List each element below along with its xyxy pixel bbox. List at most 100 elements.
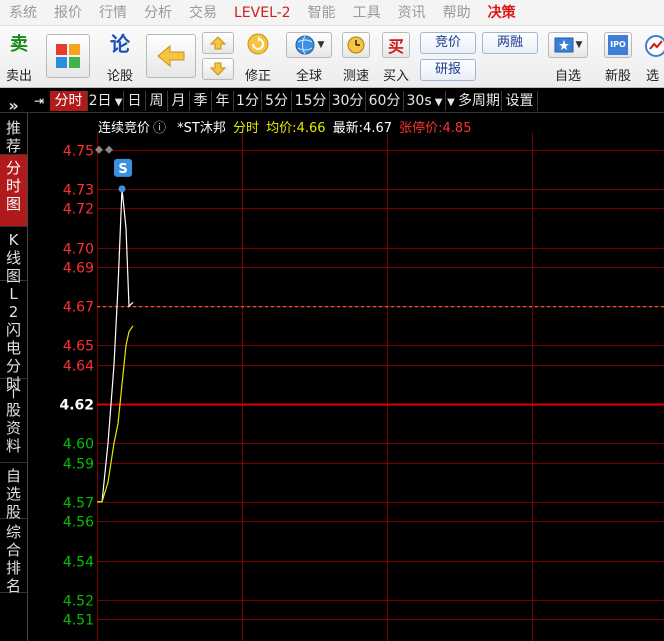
left-nav-label: L2闪电分时 (5, 285, 21, 393)
color-blocks-icon (56, 44, 80, 68)
period-tab-13[interactable]: ▼ 多周期 (446, 91, 502, 111)
research-button[interactable]: 研报 (420, 59, 476, 81)
buy-label: 买入 (382, 69, 409, 84)
period-tab-11[interactable]: 60分 (366, 91, 404, 111)
y-tick-label: 4.62 (59, 398, 94, 414)
sell-label: 卖出 (5, 69, 32, 84)
auction-label: 连续竞价 (98, 121, 151, 136)
period-tab-0[interactable]: 分时 (50, 91, 88, 111)
back-button[interactable] (146, 34, 196, 78)
stock-picker-icon (645, 35, 664, 57)
left-arrow-icon (157, 44, 185, 68)
ipo-label: 新股 (604, 69, 631, 84)
ipo-icon: IPO (608, 35, 628, 55)
y-tick-label: 4.52 (63, 594, 94, 610)
y-tick-label: 4.72 (63, 202, 94, 218)
stock-forum-icon: 论 (110, 32, 130, 56)
expand-icon[interactable]: » (0, 97, 27, 115)
y-tick-label: 4.60 (63, 437, 94, 453)
menu-item-7[interactable]: 工具 (344, 0, 389, 26)
period-tab-10[interactable]: 30分 (330, 91, 366, 111)
period-tab-14[interactable]: 设置 (502, 91, 538, 111)
intraday-chart[interactable]: 4.75 4.73 4.72 4.70 4.69 4.67 4.65 4.64 4.62 4.60… (28, 113, 664, 641)
limit-value: 4.85 (442, 121, 472, 136)
speed-test-button[interactable]: 测速 (338, 30, 374, 84)
stock-name: *ST沐邦 (177, 121, 226, 136)
sell-icon: 卖 (10, 34, 28, 55)
global-label: 全球 (295, 69, 322, 84)
period-tab-4[interactable]: 月 (168, 91, 190, 111)
correct-button[interactable]: 修正 (240, 30, 276, 84)
menu-item-2[interactable]: 行情 (90, 0, 135, 26)
refresh-icon (247, 33, 269, 55)
menu-item-10[interactable]: 决策 (479, 0, 524, 26)
event-diamond-1 (105, 145, 113, 154)
collapse-icon[interactable]: ⇥ (30, 91, 48, 111)
avg-value: 4.66 (296, 121, 326, 136)
menu-item-9[interactable]: 帮助 (434, 0, 479, 26)
latest-value: 4.67 (363, 121, 392, 136)
left-nav-item-2[interactable]: K线图 (0, 227, 27, 285)
menu-bar: 系统 报价 行情 分析 交易 LEVEL-2 智能 工具 资讯 帮助 决策 (0, 0, 664, 26)
page-up-button[interactable] (202, 32, 234, 54)
color-blocks-button[interactable] (46, 34, 90, 78)
period-tab-12[interactable]: 30s ▼ (404, 91, 446, 111)
speed-test-label: 测速 (342, 69, 369, 84)
info-circle-icon[interactable]: ⓘ (153, 121, 166, 136)
left-nav-item-5[interactable]: 自选股 (0, 463, 27, 521)
watchlist-star-icon (554, 37, 574, 53)
chevron-down-icon[interactable]: ▼ (447, 97, 458, 108)
period-tab-label: 30s (406, 93, 432, 109)
y-tick-label: 4.54 (63, 555, 94, 571)
ipo-button[interactable]: IPO 新股 (598, 30, 638, 84)
menu-item-3[interactable]: 分析 (135, 0, 180, 26)
chart-mode: 分时 (233, 121, 260, 136)
avg-label: 均价: (266, 121, 297, 136)
stock-picker-label: 选 (646, 69, 660, 84)
left-nav-item-1[interactable]: 分时图 (0, 155, 27, 227)
menu-item-4[interactable]: 交易 (180, 0, 225, 26)
left-nav-label: 综合排名 (5, 523, 21, 595)
down-arrow-icon (210, 62, 226, 76)
buy-button[interactable]: 买 买入 (378, 30, 414, 84)
left-nav-item-0[interactable]: 推荐 (0, 115, 27, 155)
period-tab-bar: ⇥ 分时 2日 ▼ 日周月季年 1分 5分 15分 30分 60分 30s ▼ ▼ 多周期 设置 (0, 89, 664, 113)
y-tick-label: 4.75 (63, 144, 94, 160)
menu-item-5[interactable]: LEVEL-2 (225, 0, 299, 26)
chevron-down-icon[interactable]: ▼ (432, 97, 443, 108)
left-nav-item-4[interactable]: 个股资料 (0, 379, 27, 463)
period-tab-1[interactable]: 2日 ▼ (88, 91, 124, 111)
period-tab-5[interactable]: 季 (190, 91, 212, 111)
period-tab-2[interactable]: 日 (124, 91, 146, 111)
left-nav-label: K线图 (5, 231, 21, 285)
signal-badge-label: S (118, 162, 127, 177)
y-tick-label: 4.56 (63, 515, 94, 531)
stock-forum-label: 论股 (106, 69, 133, 84)
margin-button[interactable]: 两融 (482, 32, 538, 54)
menu-item-6[interactable]: 智能 (299, 0, 344, 26)
period-tab-8[interactable]: 5分 (262, 91, 292, 111)
stock-forum-button[interactable]: 论 论股 (100, 30, 140, 84)
limit-label: 张停价: (399, 121, 443, 136)
menu-item-1[interactable]: 报价 (45, 0, 90, 26)
page-down-button[interactable] (202, 58, 234, 80)
period-tab-3[interactable]: 周 (146, 91, 168, 111)
chart-info-line: 连续竞价 ⓘ *ST沐邦 分时 均价:4.66 最新:4.67 张停价:4.85 (98, 117, 474, 136)
y-tick-label: 4.70 (63, 242, 94, 258)
clock-icon (347, 36, 365, 54)
chevron-down-icon[interactable]: ▼ (112, 97, 123, 108)
period-tab-6[interactable]: 年 (212, 91, 234, 111)
y-tick-label: 4.59 (63, 457, 94, 473)
period-tab-7[interactable]: 1分 (234, 91, 262, 111)
period-tab-9[interactable]: 15分 (292, 91, 330, 111)
menu-item-0[interactable]: 系统 (0, 0, 45, 26)
left-nav-item-6[interactable]: 综合排名 (0, 519, 27, 595)
watchlist-button[interactable]: ▼ 自选 (546, 30, 590, 84)
global-button[interactable]: ▼ 全球 (284, 30, 334, 84)
left-nav-item-3[interactable]: L2闪电分时 (0, 281, 27, 393)
menu-item-8[interactable]: 资讯 (389, 0, 434, 26)
chart-canvas: 4.75 4.73 4.72 4.70 4.69 4.67 4.65 4.64 4.62 4.60… (59, 133, 664, 641)
sell-button[interactable]: 卖 卖出 (4, 30, 34, 84)
stock-picker-button[interactable]: 选 (642, 30, 664, 84)
bid-button[interactable]: 竞价 (420, 32, 476, 54)
